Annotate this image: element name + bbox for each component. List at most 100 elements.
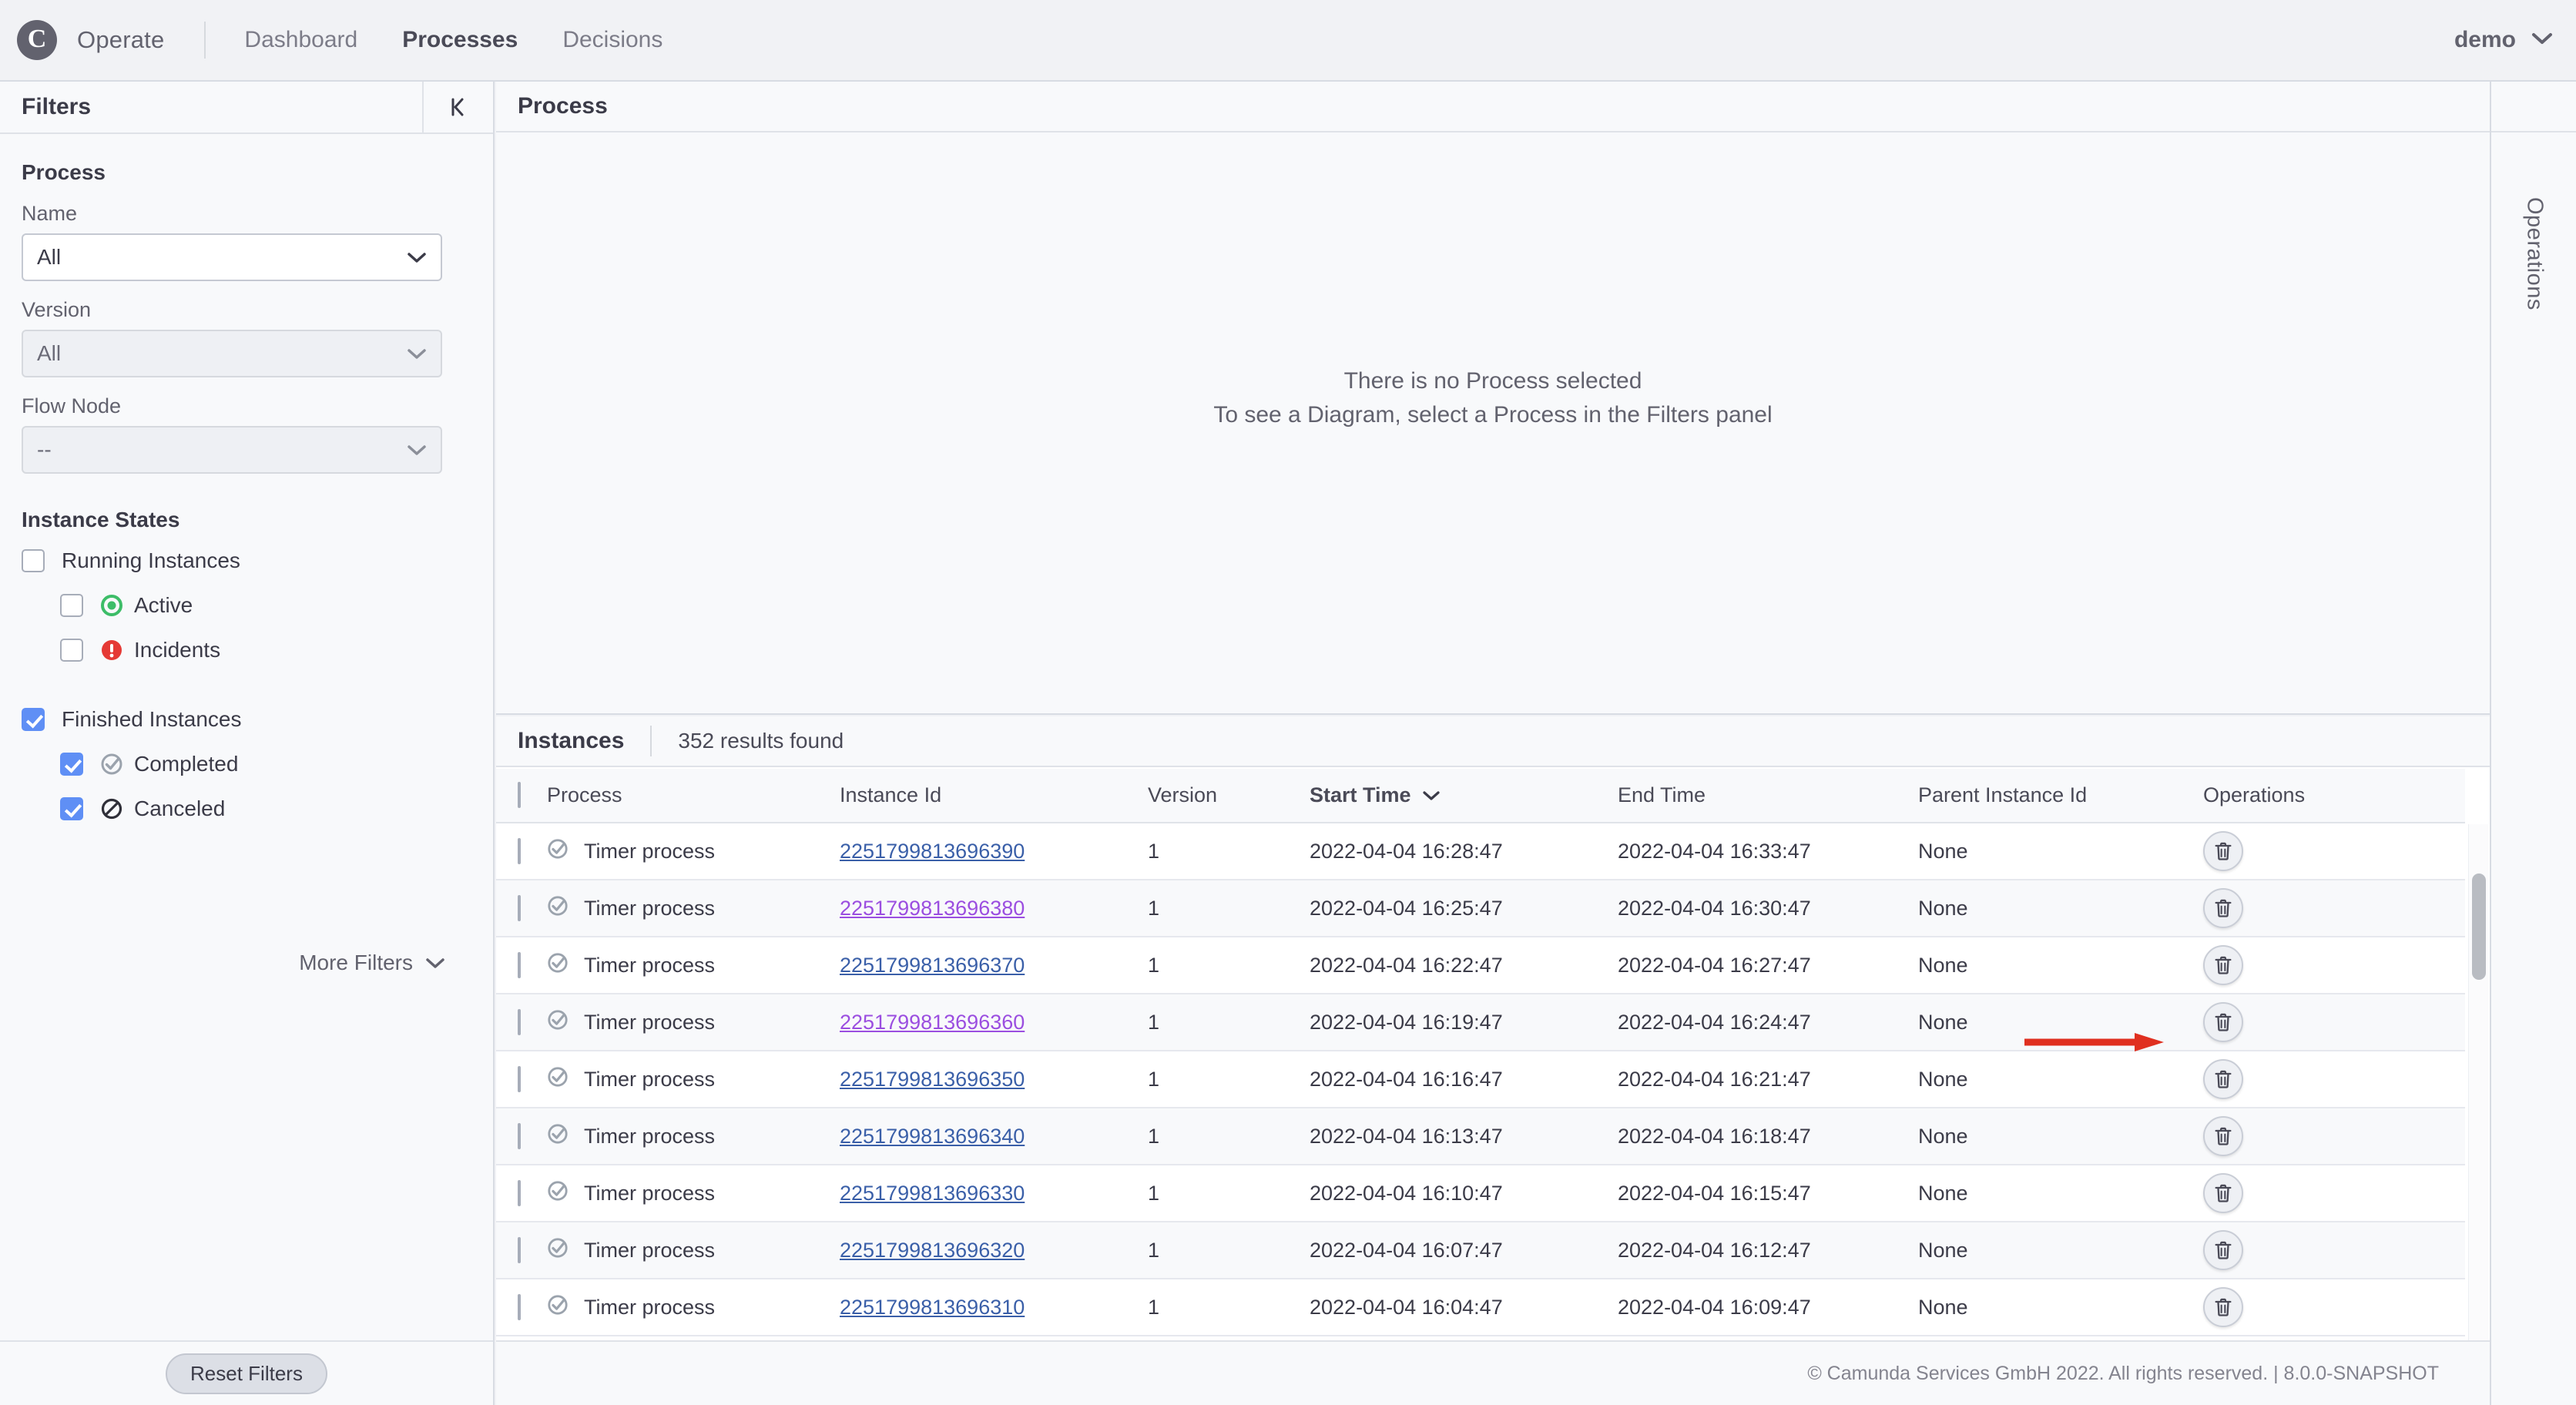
checkbox-canceled[interactable]: [60, 797, 83, 820]
row-select-cell: [496, 1108, 547, 1165]
process-version-select[interactable]: All: [22, 330, 442, 377]
nav-item-processes[interactable]: Processes: [402, 27, 518, 53]
header-process[interactable]: Process: [547, 769, 840, 823]
delete-operation-button[interactable]: [2203, 945, 2243, 985]
checkbox-row-select[interactable]: [518, 894, 521, 921]
table-row[interactable]: Timer process 2251799813696320 1 2022-04-04…: [496, 1222, 2465, 1279]
delete-operation-button[interactable]: [2203, 1116, 2243, 1156]
filter-finished-instances[interactable]: Finished Instances: [0, 697, 493, 742]
process-name: Timer process: [584, 1181, 716, 1205]
start-time-value: 2022-04-04 16:13:47: [1310, 1124, 1503, 1148]
filter-canceled[interactable]: Canceled: [0, 786, 493, 831]
checkbox-row-select[interactable]: [518, 1236, 521, 1263]
camunda-logo-icon: C: [17, 20, 57, 60]
flow-node-select[interactable]: --: [22, 426, 442, 474]
checkbox-select-all[interactable]: [518, 782, 521, 808]
header-end-time[interactable]: End Time: [1618, 769, 1918, 823]
end-time-value: 2022-04-04 16:30:47: [1618, 896, 1811, 920]
scrollbar-thumb[interactable]: [2472, 874, 2486, 980]
filters-panel: Filters Process Name All Version All Flo…: [0, 82, 495, 1405]
chevron-down-icon: [1422, 783, 1441, 807]
reset-filters-button[interactable]: Reset Filters: [166, 1353, 327, 1394]
instance-id-link[interactable]: 2251799813696390: [840, 840, 1025, 863]
operations-panel-rail[interactable]: Operations: [2490, 82, 2576, 1405]
instances-table-scrollbar[interactable]: [2468, 824, 2488, 1351]
checkbox-row-select[interactable]: [518, 1179, 521, 1206]
empty-state-line-1: There is no Process selected: [1343, 368, 1642, 394]
completed-check-icon: [547, 895, 569, 922]
process-name-select[interactable]: All: [22, 233, 442, 281]
header-parent-instance-id-label: Parent Instance Id: [1918, 783, 2088, 806]
nav-item-dashboard[interactable]: Dashboard: [244, 27, 357, 53]
operations-rail-label-wrap: Operations: [2491, 197, 2576, 310]
instance-id-link[interactable]: 2251799813696320: [840, 1239, 1025, 1262]
filter-active[interactable]: Active: [0, 583, 493, 628]
more-filters-button[interactable]: More Filters: [299, 951, 445, 975]
table-row[interactable]: Timer process 2251799813696330 1 2022-04-04…: [496, 1165, 2465, 1222]
instance-states-group: Instance States Running Instances Active…: [0, 508, 493, 831]
header-version[interactable]: Version: [1148, 769, 1310, 823]
header-start-time[interactable]: Start Time: [1310, 769, 1618, 823]
instance-id-link[interactable]: 2251799813696340: [840, 1125, 1025, 1148]
table-row[interactable]: Timer process 2251799813696350 1 2022-04-04…: [496, 1051, 2465, 1108]
cell-instance-id: 2251799813696360: [840, 994, 1148, 1051]
checkbox-active[interactable]: [60, 594, 83, 617]
checkbox-row-select[interactable]: [518, 1122, 521, 1149]
table-row[interactable]: Timer process 2251799813696380 1 2022-04-04…: [496, 880, 2465, 937]
header-parent-instance-id[interactable]: Parent Instance Id: [1918, 769, 2203, 823]
panel-collapse-left-icon[interactable]: [422, 82, 493, 132]
instance-id-link[interactable]: 2251799813696350: [840, 1068, 1025, 1091]
checkbox-finished-instances[interactable]: [22, 708, 45, 731]
delete-operation-button[interactable]: [2203, 1173, 2243, 1213]
checkbox-row-select[interactable]: [518, 837, 521, 864]
delete-operation-button[interactable]: [2203, 1002, 2243, 1042]
cell-end-time: 2022-04-04 16:30:47: [1618, 880, 1918, 937]
table-row[interactable]: Timer process 2251799813696370 1 2022-04-04…: [496, 937, 2465, 994]
filters-title: Filters: [22, 94, 92, 119]
checkbox-row-select[interactable]: [518, 1008, 521, 1035]
delete-operation-button[interactable]: [2203, 831, 2243, 871]
instance-id-link[interactable]: 2251799813696370: [840, 954, 1025, 977]
operate-app: C Operate Dashboard Processes Decisions …: [0, 0, 2576, 1405]
filter-running-instances[interactable]: Running Instances: [0, 538, 493, 583]
checkbox-row-select[interactable]: [518, 951, 521, 978]
checkbox-row-select[interactable]: [518, 1065, 521, 1092]
user-menu[interactable]: demo: [2454, 27, 2553, 53]
checkbox-running-instances[interactable]: [22, 549, 45, 572]
nav-item-decisions[interactable]: Decisions: [562, 27, 662, 53]
cell-version: 1: [1148, 1165, 1310, 1222]
instance-id-link[interactable]: 2251799813696380: [840, 897, 1025, 920]
delete-operation-button[interactable]: [2203, 1059, 2243, 1099]
instance-id-link[interactable]: 2251799813696360: [840, 1011, 1025, 1034]
cell-start-time: 2022-04-04 16:13:47: [1310, 1108, 1618, 1165]
table-row[interactable]: Timer process 2251799813696310 1 2022-04-04…: [496, 1279, 2465, 1336]
delete-operation-button[interactable]: [2203, 1287, 2243, 1327]
end-time-value: 2022-04-04 16:24:47: [1618, 1010, 1811, 1034]
process-section-title: Process: [22, 160, 106, 184]
table-row[interactable]: Timer process 2251799813696340 1 2022-04-04…: [496, 1108, 2465, 1165]
table-row[interactable]: Timer process 2251799813696390 1 2022-04-04…: [496, 823, 2465, 880]
delete-operation-button[interactable]: [2203, 888, 2243, 928]
completed-check-icon: [547, 1066, 569, 1093]
completed-state-icon: [100, 753, 123, 776]
checkbox-incidents[interactable]: [60, 639, 83, 662]
cell-end-time: 2022-04-04 16:24:47: [1618, 994, 1918, 1051]
process-panel-header: Process: [496, 82, 2490, 132]
brand-name: Operate: [77, 26, 165, 53]
delete-operation-button[interactable]: [2203, 1230, 2243, 1270]
checkbox-completed[interactable]: [60, 753, 83, 776]
cell-parent-instance-id: None: [1918, 823, 2203, 880]
app-body: Filters Process Name All Version All Flo…: [0, 82, 2576, 1405]
brand[interactable]: C Operate: [0, 20, 164, 60]
more-filters-label: More Filters: [299, 951, 413, 974]
checkbox-row-select[interactable]: [518, 1293, 521, 1320]
instance-id-link[interactable]: 2251799813696330: [840, 1182, 1025, 1205]
canceled-state-icon: [100, 797, 123, 820]
label-incidents: Incidents: [134, 638, 221, 662]
filter-completed[interactable]: Completed: [0, 742, 493, 786]
instance-id-link[interactable]: 2251799813696310: [840, 1296, 1025, 1319]
results-found-count: 352 results found: [678, 729, 844, 753]
header-instance-id[interactable]: Instance Id: [840, 769, 1148, 823]
filter-incidents[interactable]: Incidents: [0, 628, 493, 672]
table-row[interactable]: Timer process 2251799813696360 1 2022-04-04…: [496, 994, 2465, 1051]
